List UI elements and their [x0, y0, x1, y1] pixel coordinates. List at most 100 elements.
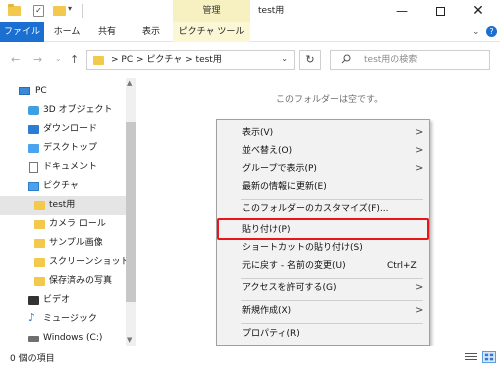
- sidebar-item-label: PC: [35, 86, 47, 96]
- menu-item-new[interactable]: 新規作成(X) >: [217, 302, 429, 320]
- menu-item-label: このフォルダーのカスタマイズ(F)...: [242, 204, 389, 214]
- sidebar-item-3d-objects[interactable]: 3D オブジェクト: [0, 101, 126, 120]
- menu-item-paste-shortcut[interactable]: ショートカットの貼り付け(S): [217, 239, 429, 257]
- sidebar-item-label: デスクトップ: [43, 143, 98, 153]
- forward-button[interactable]: →: [33, 53, 42, 66]
- menu-item-sort[interactable]: 並べ替え(O) >: [217, 142, 429, 160]
- folder-icon: [34, 239, 45, 248]
- tab-view[interactable]: 表示: [136, 22, 166, 42]
- sidebar-item-label: サンプル画像: [49, 238, 103, 248]
- desktop-icon: [28, 144, 39, 153]
- tab-home[interactable]: ホーム: [50, 22, 84, 42]
- 3d-objects-icon: [28, 106, 39, 115]
- computer-icon: [19, 87, 30, 95]
- details-view-icon[interactable]: [464, 351, 478, 363]
- menu-item-customize-folder[interactable]: このフォルダーのカスタマイズ(F)...: [217, 200, 429, 218]
- menu-item-view[interactable]: 表示(V) >: [217, 124, 429, 142]
- maximize-icon: [435, 7, 445, 16]
- explorer-window: ✓ ▾ 管理 test用 — ✕ ファイル ホーム 共有 表示 ピクチャ ツール…: [0, 0, 500, 369]
- submenu-arrow-icon: >: [415, 282, 424, 293]
- sidebar-item-camera-roll[interactable]: カメラ ロール: [0, 215, 126, 234]
- large-icons-view-icon[interactable]: [482, 351, 496, 363]
- scroll-down-icon[interactable]: ▼: [127, 336, 132, 344]
- navigation-bar: ← → ⌄ ↑ > PC > ピクチャ > test用 ⌄ ↻ test用の検索: [0, 42, 500, 78]
- sidebar-item-label: test用: [49, 200, 76, 210]
- menu-divider: [241, 300, 423, 301]
- submenu-arrow-icon: >: [415, 127, 424, 138]
- sidebar-item-test-folder[interactable]: test用: [0, 196, 126, 215]
- sidebar-item-sample-pictures[interactable]: サンプル画像: [0, 234, 126, 253]
- item-count: 0 個の項目: [10, 354, 55, 364]
- maximize-button[interactable]: [423, 0, 457, 22]
- sidebar-item-label: ビデオ: [43, 295, 71, 305]
- menu-item-label: 表示(V): [242, 128, 274, 138]
- folder-icon: [34, 220, 45, 229]
- pictures-icon: [28, 182, 39, 191]
- ribbon-tabs: ファイル ホーム 共有 表示 ピクチャ ツール ⌄ ?: [0, 22, 500, 42]
- tab-file[interactable]: ファイル: [0, 22, 44, 42]
- menu-item-label: 並べ替え(O): [242, 146, 293, 156]
- sidebar-item-label: ダウンロード: [43, 124, 98, 134]
- submenu-arrow-icon: >: [415, 305, 424, 316]
- sidebar-item-documents[interactable]: ドキュメント: [0, 158, 126, 177]
- properties-check-icon[interactable]: ✓: [33, 5, 44, 17]
- sidebar-item-label: 3D オブジェクト: [43, 105, 113, 115]
- scroll-up-icon[interactable]: ▲: [127, 79, 132, 87]
- title-bar: ✓ ▾ 管理 test用 — ✕: [0, 0, 500, 22]
- menu-item-label: グループで表示(P): [242, 164, 317, 174]
- manage-context-tab: 管理: [173, 0, 250, 22]
- new-folder-icon[interactable]: [53, 6, 66, 16]
- menu-item-group-by[interactable]: グループで表示(P) >: [217, 160, 429, 178]
- address-dropdown-icon[interactable]: ⌄: [281, 54, 288, 63]
- breadcrumb[interactable]: > PC > ピクチャ > test用: [111, 51, 222, 69]
- back-button[interactable]: ←: [11, 53, 20, 66]
- video-icon: [28, 296, 39, 305]
- up-button[interactable]: ↑: [70, 53, 79, 66]
- empty-folder-message: このフォルダーは空です。: [276, 95, 384, 105]
- sidebar-scrollbar-thumb[interactable]: [126, 122, 136, 302]
- menu-item-undo-rename[interactable]: 元に戻す - 名前の変更(U) Ctrl+Z: [217, 257, 429, 275]
- customize-toolbar-dropdown-icon[interactable]: ▾: [68, 4, 72, 16]
- document-icon: [29, 162, 38, 173]
- menu-item-label: ショートカットの貼り付け(S): [242, 243, 363, 253]
- download-icon: [28, 125, 39, 134]
- paste-highlight-box: [217, 218, 429, 240]
- sidebar-item-label: ピクチャ: [43, 181, 79, 191]
- menu-item-label: プロパティ(R): [242, 329, 300, 339]
- minimize-button[interactable]: —: [385, 0, 419, 22]
- close-button[interactable]: ✕: [461, 0, 495, 22]
- folder-icon: [34, 258, 45, 267]
- folder-icon: [8, 4, 21, 16]
- sidebar-item-label: スクリーンショット: [49, 257, 130, 267]
- address-bar[interactable]: > PC > ピクチャ > test用 ⌄: [86, 50, 295, 70]
- sidebar-item-pictures[interactable]: ピクチャ: [0, 177, 126, 196]
- sidebar-item-pc[interactable]: PC: [0, 82, 126, 101]
- sidebar-item-downloads[interactable]: ダウンロード: [0, 120, 126, 139]
- sidebar-item-videos[interactable]: ビデオ: [0, 291, 126, 310]
- tab-picture-tools[interactable]: ピクチャ ツール: [173, 22, 250, 42]
- sidebar-item-screenshots[interactable]: スクリーンショット: [0, 253, 130, 272]
- sidebar-item-label: ドキュメント: [43, 162, 98, 172]
- refresh-button[interactable]: ↻: [299, 50, 321, 70]
- help-icon[interactable]: ?: [486, 26, 497, 37]
- menu-item-label: 元に戻す - 名前の変更(U): [242, 261, 346, 271]
- menu-item-label: 最新の情報に更新(E): [242, 182, 327, 192]
- sidebar-item-saved-pictures[interactable]: 保存済みの写真: [0, 272, 126, 291]
- sidebar-item-music[interactable]: ♪ ミュージック: [0, 310, 126, 329]
- sidebar-item-label: ミュージック: [43, 314, 97, 324]
- menu-item-give-access[interactable]: アクセスを許可する(G) >: [217, 279, 429, 297]
- expand-ribbon-icon[interactable]: ⌄: [472, 27, 480, 37]
- menu-item-label: 新規作成(X): [242, 306, 292, 316]
- status-bar: 0 個の項目: [0, 346, 500, 369]
- drive-icon: [28, 336, 39, 342]
- recent-locations-icon[interactable]: ⌄: [55, 54, 62, 63]
- menu-item-properties[interactable]: プロパティ(R): [217, 325, 429, 343]
- search-input[interactable]: test用の検索: [330, 50, 490, 70]
- window-title: test用: [258, 6, 285, 16]
- menu-item-refresh[interactable]: 最新の情報に更新(E): [217, 178, 429, 196]
- submenu-arrow-icon: >: [415, 145, 424, 156]
- tab-share[interactable]: 共有: [92, 22, 122, 42]
- sidebar-item-desktop[interactable]: デスクトップ: [0, 139, 126, 158]
- folder-icon: [93, 56, 104, 65]
- submenu-arrow-icon: >: [415, 163, 424, 174]
